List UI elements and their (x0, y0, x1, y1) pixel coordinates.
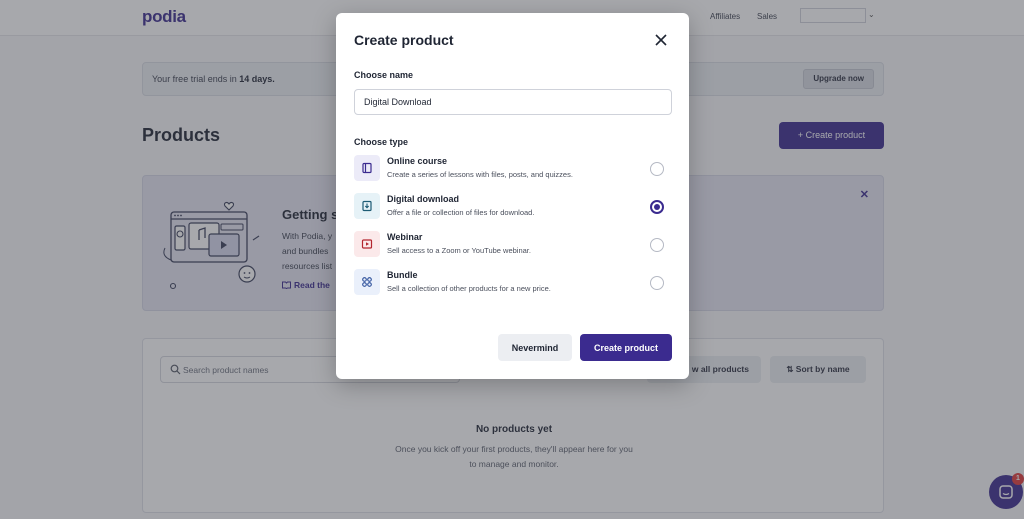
choose-name-label: Choose name (354, 70, 414, 80)
type-description: Sell a collection of other products for … (387, 284, 551, 293)
grid-icon (362, 277, 372, 287)
type-option-online-course[interactable]: Online course Create a series of lessons… (354, 154, 672, 184)
dialog-title: Create product (354, 32, 454, 48)
type-icon-container (354, 231, 380, 257)
download-file-icon (362, 200, 372, 212)
type-option-webinar[interactable]: Webinar Sell access to a Zoom or YouTube… (354, 230, 672, 260)
create-product-submit-button[interactable]: Create product (580, 334, 672, 361)
type-description: Offer a file or collection of files for … (387, 208, 535, 217)
type-icon-container (354, 269, 380, 295)
radio-webinar[interactable] (650, 238, 664, 252)
type-name: Digital download (387, 194, 459, 204)
type-option-digital-download[interactable]: Digital download Offer a file or collect… (354, 192, 672, 222)
video-play-icon (361, 239, 373, 249)
product-name-input[interactable] (354, 89, 672, 115)
book-icon (362, 162, 372, 174)
nevermind-button[interactable]: Nevermind (498, 334, 572, 361)
create-product-dialog: Create product Choose name Choose type O… (336, 13, 689, 379)
choose-type-label: Choose type (354, 137, 409, 147)
radio-online-course[interactable] (650, 162, 664, 176)
type-name: Webinar (387, 232, 423, 242)
type-description: Create a series of lessons with files, p… (387, 170, 573, 179)
type-icon-container (354, 193, 380, 219)
type-name: Online course (387, 156, 448, 166)
type-icon-container (354, 155, 380, 181)
radio-bundle[interactable] (650, 276, 664, 290)
type-name: Bundle (387, 270, 418, 280)
radio-digital-download[interactable] (650, 200, 664, 214)
type-option-bundle[interactable]: Bundle Sell a collection of other produc… (354, 268, 672, 298)
close-icon[interactable] (654, 33, 668, 47)
type-description: Sell access to a Zoom or YouTube webinar… (387, 246, 531, 255)
